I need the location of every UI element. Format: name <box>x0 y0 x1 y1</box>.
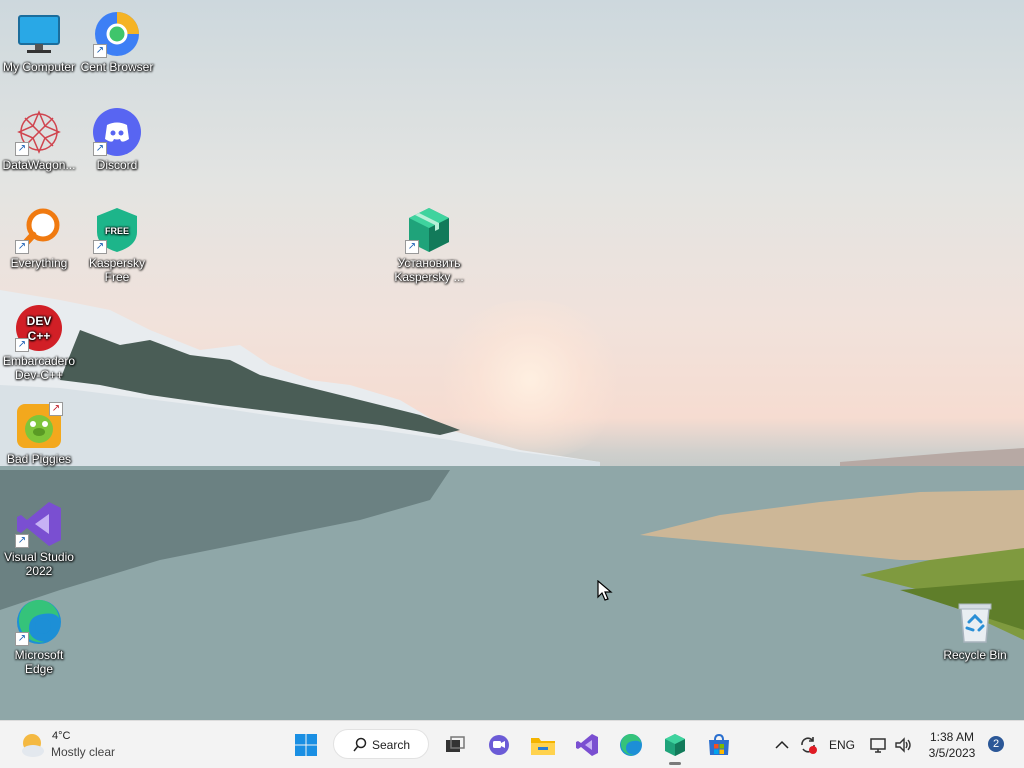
magnifier-icon: ↗ <box>15 206 63 254</box>
icon-label: Visual Studio 2022 <box>4 550 74 578</box>
shortcut-arrow-icon: ↗ <box>15 142 29 156</box>
desktop-icon-discord[interactable]: ↗ Discord <box>78 104 156 172</box>
svg-text:C++: C++ <box>28 329 51 343</box>
input-language-indicator[interactable]: ENG <box>829 738 855 752</box>
task-view-button[interactable] <box>439 729 471 761</box>
shortcut-arrow-icon: ↗ <box>15 338 29 352</box>
desktop-icon-cent-browser[interactable]: ↗ Cent Browser <box>78 6 156 74</box>
icon-label: My Computer <box>2 60 76 74</box>
taskbar-search-button[interactable]: Search <box>333 729 429 759</box>
taskbar: 4°C Mostly clear Search ENG 1:38 AM 3/5/… <box>0 720 1024 768</box>
running-indicator <box>669 762 681 765</box>
network-monitor-icon <box>870 738 886 753</box>
visual-studio-taskbar-button[interactable] <box>571 729 603 761</box>
cent-browser-icon: ↗ <box>93 10 141 58</box>
chevron-up-icon <box>775 740 789 749</box>
start-button[interactable] <box>290 729 322 761</box>
windows-logo-icon <box>295 734 317 756</box>
sync-icon <box>801 737 817 754</box>
recycle-bin-icon <box>951 598 999 646</box>
folder-icon <box>531 738 555 755</box>
chat-icon <box>489 735 509 755</box>
visual-studio-icon <box>576 734 598 756</box>
icon-label: Everything <box>10 256 68 270</box>
datawagon-icon: ↗ <box>15 108 63 156</box>
desktop-icon-recycle-bin[interactable]: Recycle Bin <box>936 594 1014 662</box>
speaker-icon <box>895 737 911 753</box>
sync-status-button[interactable] <box>794 729 822 761</box>
kaspersky-badge-text: FREE <box>105 226 129 236</box>
mouse-cursor-icon <box>597 580 613 601</box>
shortcut-arrow-icon: ↗ <box>93 240 107 254</box>
search-label: Search <box>372 738 411 752</box>
kaspersky-taskbar-button[interactable] <box>659 729 691 765</box>
desktop-icon-everything[interactable]: ↗ Everything <box>0 202 78 270</box>
teams-chat-button[interactable] <box>483 729 515 761</box>
shortcut-arrow-icon: ↗ <box>405 240 419 254</box>
clock-date: 3/5/2023 <box>928 746 976 760</box>
visual-studio-icon: ↗ <box>15 500 63 548</box>
shortcut-arrow-icon: ↗ <box>15 240 29 254</box>
icon-label: Установить Kaspersky ... <box>394 256 464 284</box>
desktop-icon-devcpp[interactable]: DEV C++ ↗ Embarcadero Dev-C++ <box>0 300 78 382</box>
desktop-icon-microsoft-edge[interactable]: ↗ Microsoft Edge <box>0 594 78 676</box>
icon-label: Microsoft Edge <box>14 648 64 676</box>
kaspersky-shield-icon: FREE ↗ <box>93 206 141 254</box>
desktop-icon-my-computer[interactable]: My Computer <box>0 6 78 74</box>
edge-icon: ↗ <box>15 598 63 646</box>
shortcut-arrow-icon: ↗ <box>93 44 107 58</box>
microsoft-store-button[interactable] <box>703 729 735 761</box>
desktop-icon-bad-piggies[interactable]: ↗ Bad Piggies <box>0 398 78 466</box>
notification-badge[interactable]: 2 <box>988 736 1004 752</box>
kaspersky-package-icon: ↗ <box>405 206 453 254</box>
task-view-icon <box>446 736 465 752</box>
svg-text:DEV: DEV <box>27 314 52 328</box>
weather-temperature: 4°C <box>52 730 71 742</box>
desktop[interactable]: My Computer ↗ Cent Browser ↗ DataWagon..… <box>0 0 1024 720</box>
devcpp-icon: DEV C++ ↗ <box>15 304 63 352</box>
shortcut-arrow-icon: ↗ <box>49 402 63 416</box>
desktop-icon-kaspersky-free[interactable]: FREE ↗ Kaspersky Free <box>78 202 156 284</box>
shortcut-arrow-icon: ↗ <box>93 142 107 156</box>
icon-label: Cent Browser <box>80 60 154 74</box>
discord-icon: ↗ <box>93 108 141 156</box>
clock-time: 1:38 AM <box>929 730 975 744</box>
shortcut-arrow-icon: ↗ <box>15 534 29 548</box>
moon-cloud-icon <box>22 734 44 757</box>
weather-condition: Mostly clear <box>51 745 116 759</box>
volume-button[interactable] <box>890 729 916 761</box>
icon-label: DataWagon... <box>2 158 76 172</box>
store-icon <box>709 733 729 755</box>
desktop-icon-visual-studio[interactable]: ↗ Visual Studio 2022 <box>0 496 78 578</box>
edge-taskbar-button[interactable] <box>615 729 647 761</box>
shortcut-arrow-icon: ↗ <box>15 632 29 646</box>
weather-widget[interactable]: 4°C Mostly clear <box>14 727 154 763</box>
icon-label: Kaspersky Free <box>88 256 146 284</box>
kaspersky-package-icon <box>665 734 685 756</box>
bad-piggies-icon: ↗ <box>15 402 63 450</box>
show-hidden-icons-button[interactable] <box>768 729 796 761</box>
file-explorer-button[interactable] <box>527 729 559 761</box>
icon-label: Discord <box>96 158 138 172</box>
icon-label: Bad Piggies <box>6 452 72 466</box>
desktop-icon-install-kaspersky[interactable]: ↗ Установить Kaspersky ... <box>390 202 468 284</box>
monitor-icon <box>15 10 63 58</box>
search-icon <box>353 737 367 752</box>
icon-label: Recycle Bin <box>943 648 1007 662</box>
network-button[interactable] <box>866 729 892 761</box>
edge-icon <box>620 733 642 756</box>
icon-label: Embarcadero Dev-C++ <box>2 354 76 382</box>
desktop-icon-datawagon[interactable]: ↗ DataWagon... <box>0 104 78 172</box>
clock-button[interactable]: 1:38 AM 3/5/2023 <box>918 729 986 761</box>
